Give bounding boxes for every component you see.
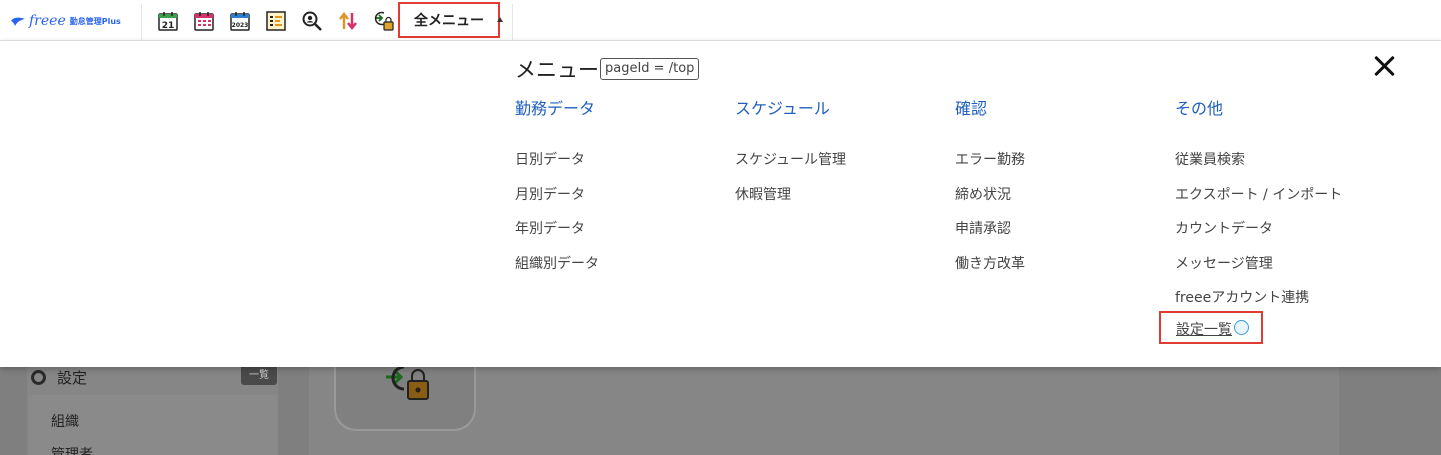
product-name: 勤怠管理Plus [69,16,121,26]
toolbar-divider [512,4,513,40]
schedule-list-icon[interactable] [265,10,287,32]
menu-item-org-data[interactable]: 組織別データ [515,247,725,282]
menu-column-other: その他 従業員検索 エクスポート / インポート カウントデータ メッセージ管理… [1175,97,1385,316]
login-lock-icon[interactable] [373,10,395,32]
close-icon[interactable] [1371,52,1399,80]
yearly-calendar-icon[interactable]: 2023 [229,10,251,32]
menu-item-schedule-management[interactable]: スケジュール管理 [735,143,945,178]
background-list-badge: 一覧 [241,367,277,385]
menu-heading-check: 確認 [955,99,988,118]
daily-calendar-icon[interactable]: 21 [157,10,179,32]
menu-item-employee-search[interactable]: 従業員検索 [1175,143,1385,178]
menu-column-schedule: スケジュール スケジュール管理 休暇管理 [735,97,945,212]
monthly-calendar-icon[interactable] [193,10,215,32]
top-toolbar: freee 勤怠管理Plus 21 2023 全メニュー [0,0,1441,41]
import-export-icon[interactable] [337,10,359,32]
menu-column-work-data: 勤務データ 日別データ 月別データ 年別データ 組織別データ [515,97,725,281]
menu-title: メニュー [515,58,599,82]
menu-item-export-import[interactable]: エクスポート / インポート [1175,178,1385,213]
page-id-badge: pageId = /top [600,58,700,80]
background-sub-item: 管理者 [51,447,93,455]
menu-item-monthly-data[interactable]: 月別データ [515,178,725,213]
menu-heading-schedule: スケジュール [735,99,830,118]
menu-heading-other: その他 [1175,99,1224,118]
menu-item-closing-status[interactable]: 締め状況 [955,178,1165,213]
menu-item-message-management[interactable]: メッセージ管理 [1175,247,1385,282]
menu-item-daily-data[interactable]: 日別データ [515,143,725,178]
gear-icon [31,370,46,385]
all-menu-panel: メニュー pageId = /top 勤務データ 日別データ 月別データ 年別デ… [0,41,1441,367]
background-sub-item: 組織 [51,414,79,430]
menu-item-yearly-data[interactable]: 年別データ [515,212,725,247]
settings-list-label: 設定一覧 [1176,322,1232,338]
yearly-calendar-number: 2023 [232,22,249,29]
menu-item-error-attendance[interactable]: エラー勤務 [955,143,1165,178]
menu-item-work-style-reform[interactable]: 働き方改革 [955,247,1165,282]
menu-item-leave-management[interactable]: 休暇管理 [735,178,945,213]
caret-up-icon [497,17,503,22]
background-page-overlay: 設定 一覧 組織 管理者 [0,359,1441,455]
menu-item-settings-list[interactable]: 設定一覧 [1159,311,1263,344]
menu-item-approval[interactable]: 申請承認 [955,212,1165,247]
app-logo[interactable]: freee 勤怠管理Plus [10,11,121,31]
background-settings-label: 設定 [57,369,88,387]
background-card [334,359,476,431]
brand-name: freee [29,13,66,29]
all-menu-button[interactable]: 全メニュー [398,2,500,38]
smile-icon [1234,320,1249,335]
menu-column-check: 確認 エラー勤務 締め状況 申請承認 働き方改革 [955,97,1165,281]
toolbar-divider [141,4,142,40]
search-employee-icon[interactable] [301,10,323,32]
menu-item-count-data[interactable]: カウントデータ [1175,212,1385,247]
daily-calendar-number: 21 [162,21,175,31]
menu-heading-work-data: 勤務データ [515,99,596,118]
freee-bird-icon [11,17,25,26]
